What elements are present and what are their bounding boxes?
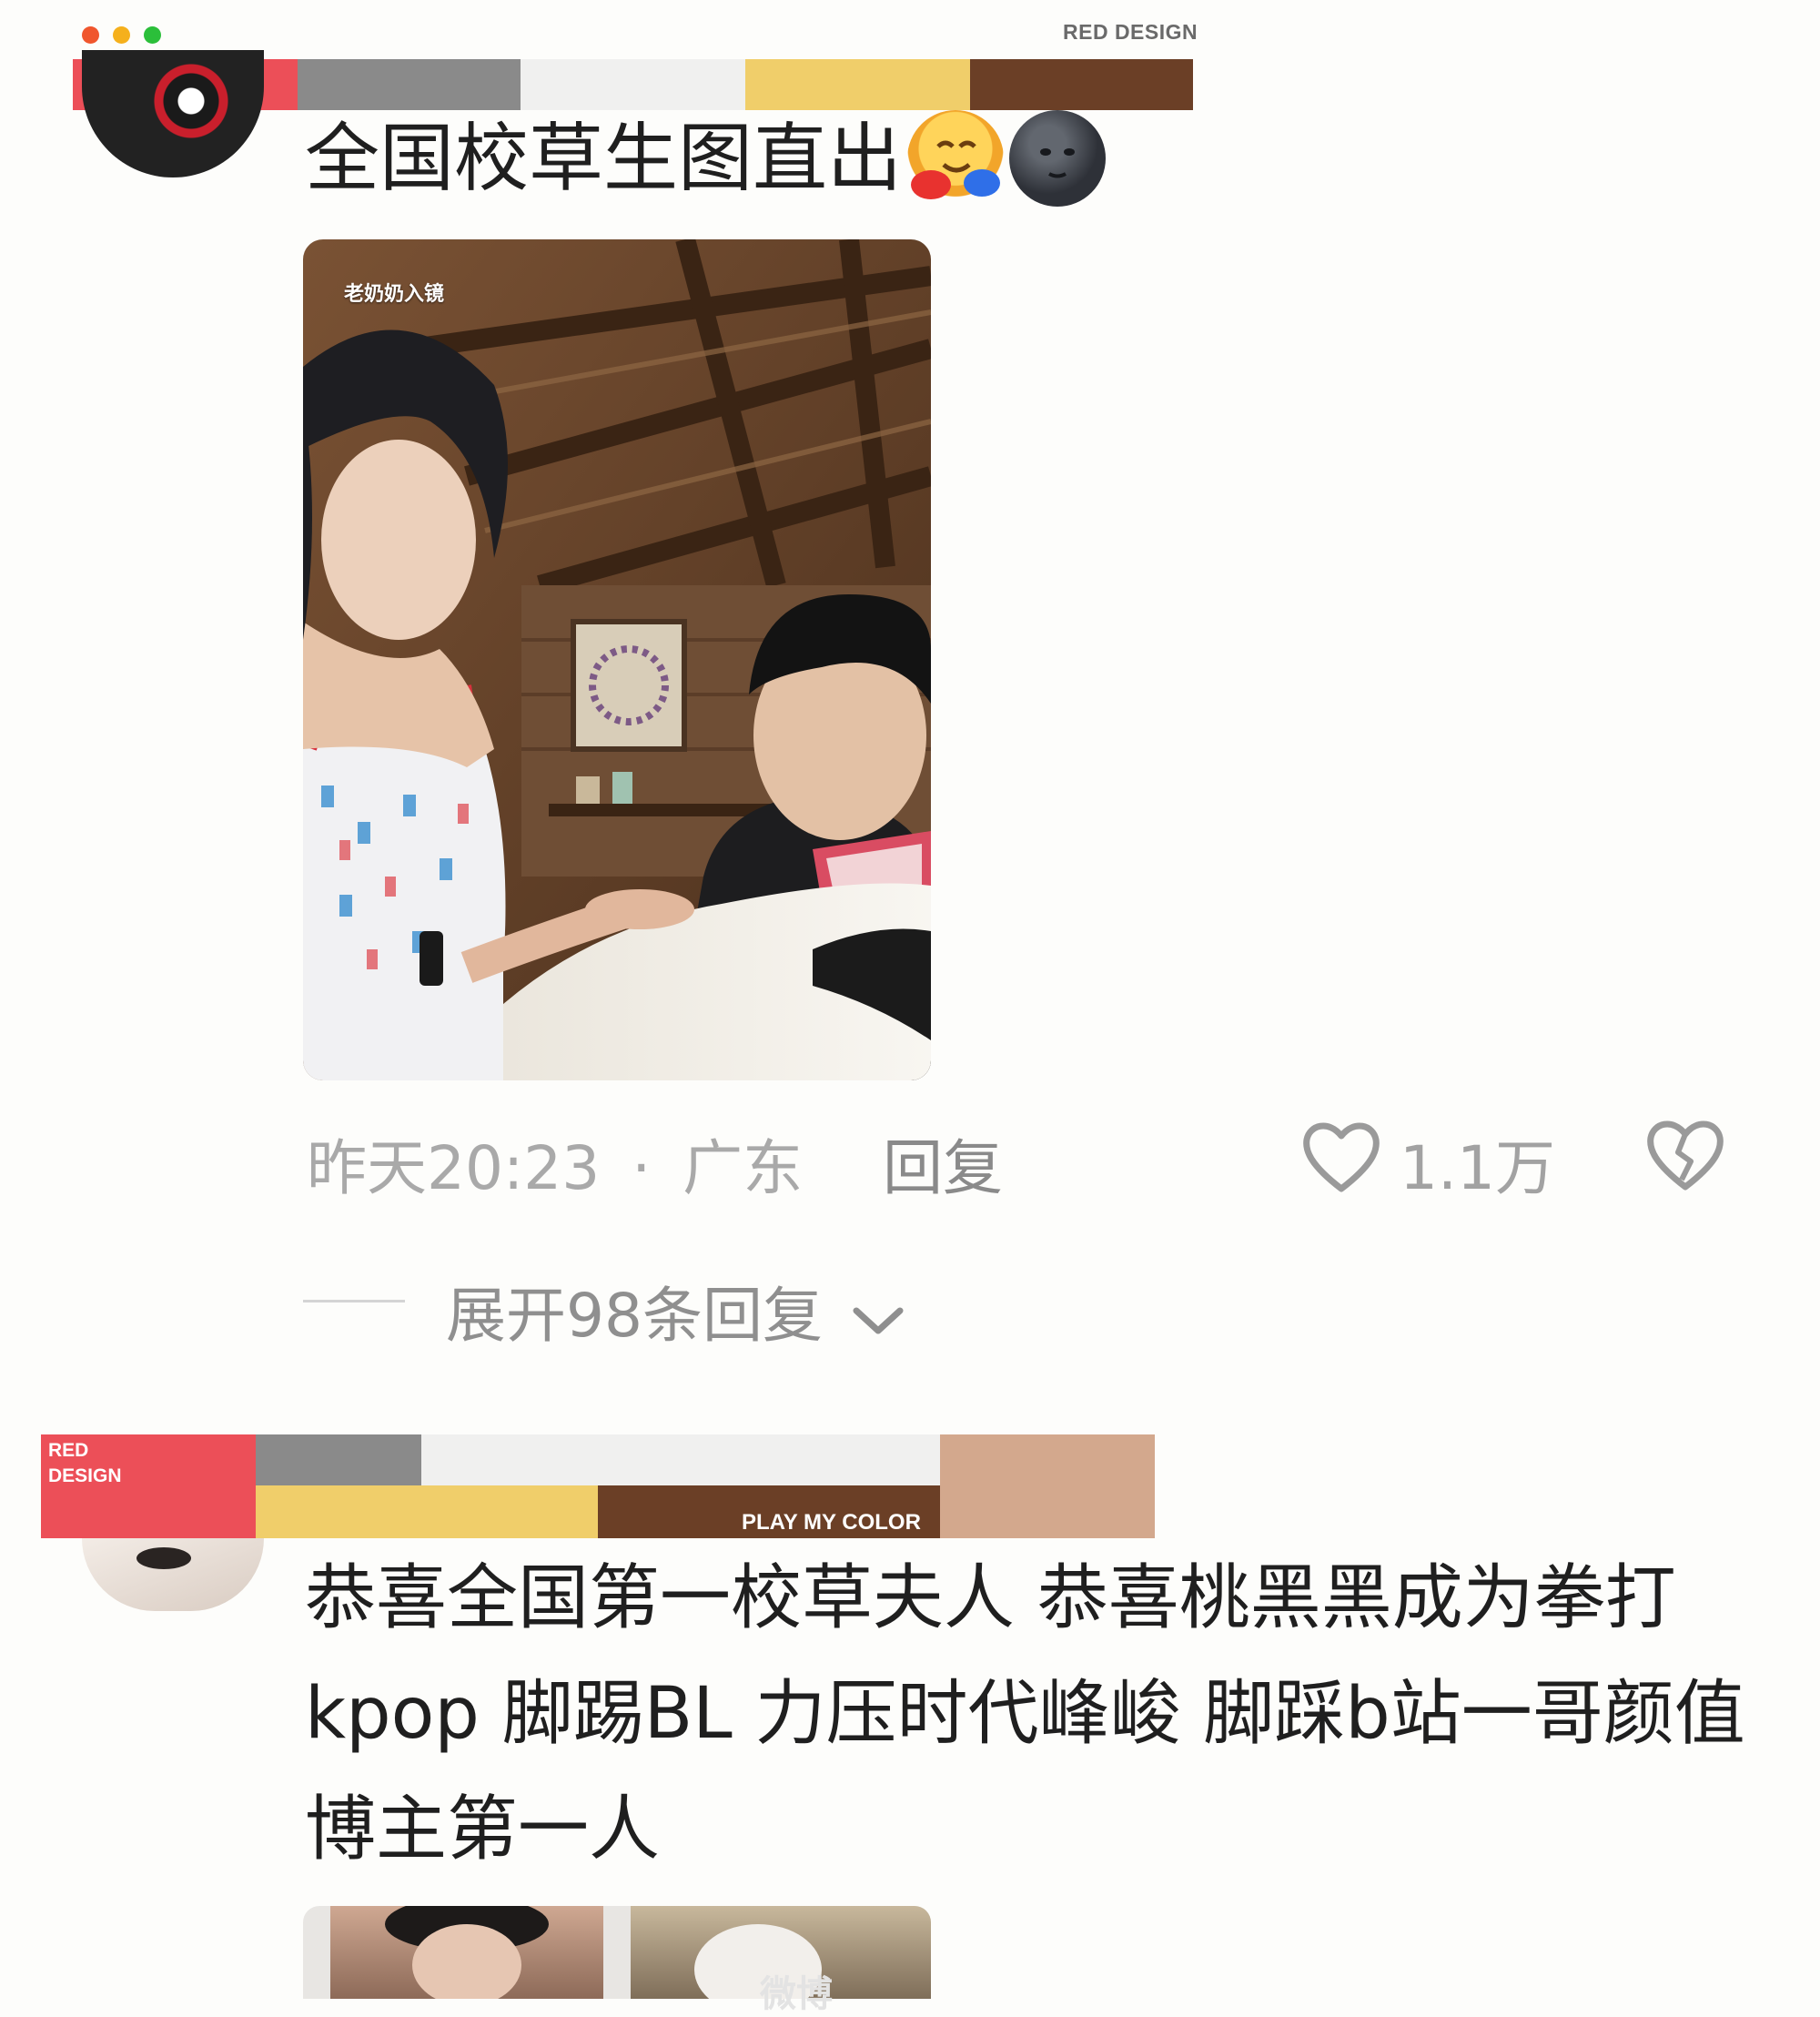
- like-count: 1.1万: [1400, 1133, 1555, 1203]
- comment-photo[interactable]: 老奶奶入镜: [303, 239, 931, 1080]
- brand-label-top: RED DESIGN: [1063, 20, 1198, 44]
- expand-divider: [303, 1300, 405, 1302]
- heart-outline-icon: [1303, 1122, 1380, 1192]
- comment-text: 恭喜全国第一校草夫人 恭喜桃黑黑成为拳打kpop 脚踢BL 力压时代峰峻 脚踩b…: [305, 1557, 1745, 1870]
- comment-text-content: 全国校草生图直出: [305, 116, 903, 202]
- avatar[interactable]: [82, 50, 264, 177]
- chevron-down-icon: [853, 1307, 904, 1334]
- hugging-face-emoji-icon: [907, 109, 1005, 207]
- expand-replies-button[interactable]: 展开98条回复: [446, 1267, 905, 1354]
- thumbnail-image[interactable]: [330, 1906, 603, 1999]
- window-maximize-dot[interactable]: [144, 26, 161, 44]
- new-moon-face-emoji-icon: [1009, 109, 1107, 207]
- comment-photo-thumbnails[interactable]: [303, 1906, 931, 1999]
- window-minimize-dot[interactable]: [113, 26, 130, 44]
- brand-tagline: PLAY MY COLOR: [742, 1510, 921, 1535]
- expand-replies-label: 展开98条回复: [446, 1281, 823, 1351]
- comment-text: 全国校草生图直出: [305, 109, 1107, 212]
- broken-heart-icon: [1647, 1120, 1724, 1191]
- brand-badge-label: RED DESIGN: [48, 1440, 122, 1486]
- watermark: 微博: [760, 1973, 833, 2015]
- avatar[interactable]: [82, 1538, 264, 1611]
- comment-time: 昨天20:23: [307, 1133, 601, 1203]
- photo-scene: [303, 239, 931, 1080]
- meta-separator: ·: [632, 1133, 652, 1203]
- comment-location: 广东: [682, 1133, 804, 1203]
- photo-caption: 老奶奶入镜: [344, 283, 445, 306]
- dislike-button[interactable]: [1645, 1116, 1725, 1196]
- reply-button[interactable]: 回复: [883, 1120, 1003, 1207]
- window-close-dot[interactable]: [82, 26, 99, 44]
- comment-meta: 昨天20:23 · 广东: [307, 1120, 803, 1207]
